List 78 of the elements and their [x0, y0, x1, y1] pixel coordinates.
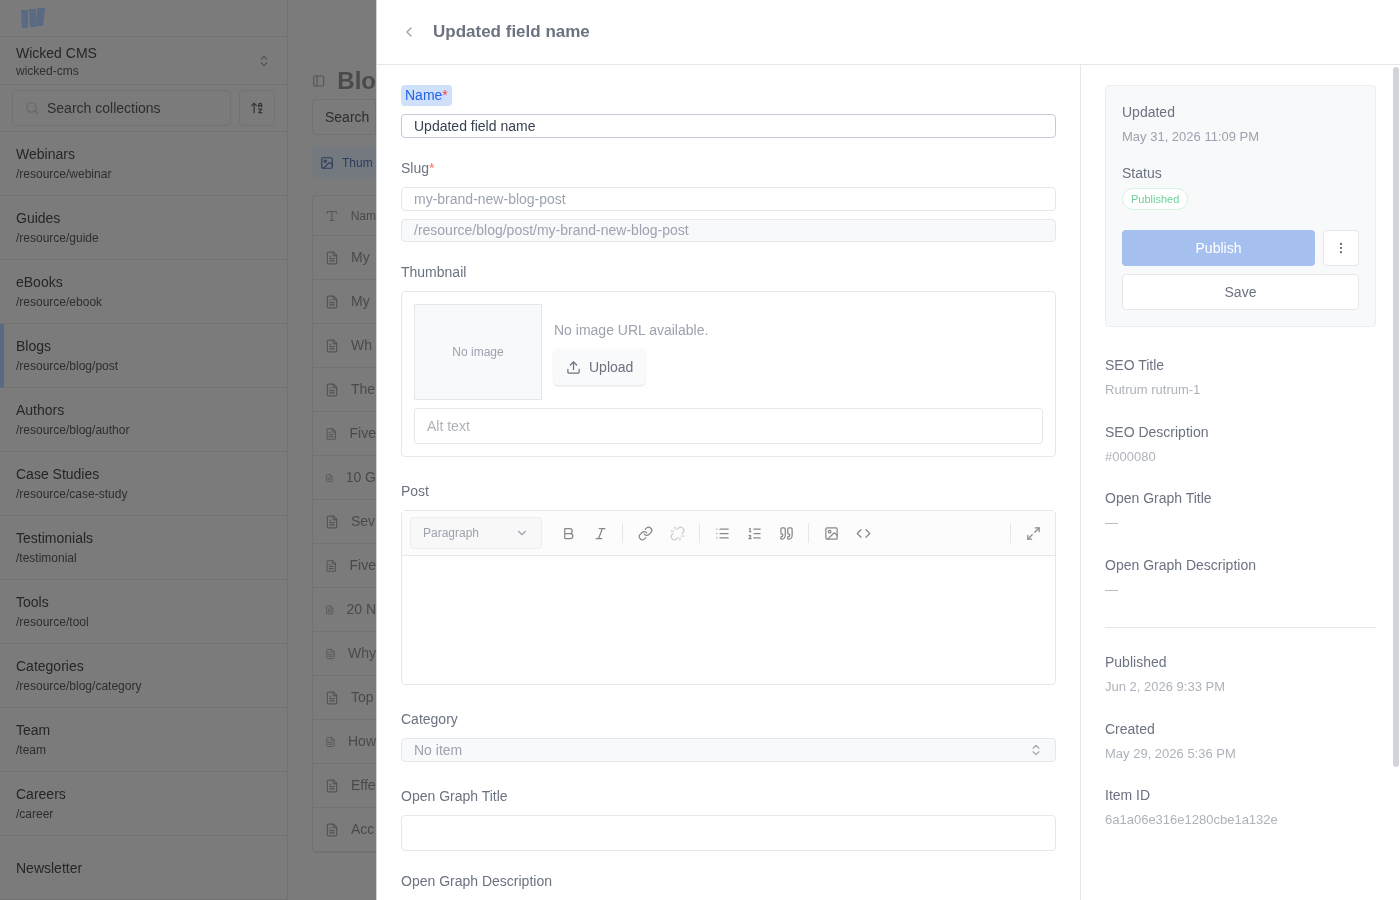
info-label: Open Graph Title [1105, 489, 1213, 508]
collection-item[interactable]: eBooks /resource/ebook [0, 260, 287, 324]
publish-button[interactable]: Publish [1122, 230, 1315, 266]
info-value: — [1105, 580, 1119, 599]
info-label: Item ID [1105, 786, 1152, 805]
og-title-field[interactable] [401, 815, 1056, 851]
slug-path-field: /resource/blog/post/my-brand-new-blog-post [401, 219, 1056, 242]
drawer-title: Updated field name [433, 21, 590, 44]
document-icon [325, 602, 335, 617]
collection-item[interactable]: Guides /resource/guide [0, 196, 287, 260]
info-label: SEO Title [1105, 356, 1166, 375]
field-label: Name* [401, 85, 452, 106]
logo-icon [20, 7, 46, 29]
collection-item[interactable]: Case Studies /resource/case-study [0, 452, 287, 516]
collection-item[interactable]: Team /team [0, 708, 287, 772]
upload-icon [566, 359, 581, 375]
document-icon [325, 734, 336, 749]
collection-item[interactable]: Categories /resource/blog/category [0, 644, 287, 708]
document-icon [325, 250, 339, 265]
document-icon [325, 558, 338, 573]
info-label: Created [1105, 719, 1156, 739]
search-field[interactable]: Search [312, 99, 376, 135]
field-label: Open Graph Title [401, 787, 509, 806]
field-label: Open Graph Description [401, 872, 553, 891]
info-label: Published [1105, 653, 1168, 672]
info-label: Status [1122, 163, 1163, 183]
info-label: Updated [1122, 103, 1176, 122]
block-type-dropdown[interactable]: Paragraph [410, 517, 542, 549]
workspace-slug: wicked-cms [16, 62, 80, 79]
document-icon [325, 778, 339, 793]
document-icon [325, 426, 338, 441]
info-value: Jun 2, 2026 9:33 PM [1105, 678, 1226, 696]
collection-item[interactable]: Blogs /resource/blog/post [0, 324, 287, 388]
filter-chip[interactable]: Thum [312, 147, 376, 179]
document-icon [325, 514, 339, 529]
name-field[interactable]: Updated field name [401, 114, 1056, 138]
image-icon [320, 156, 334, 170]
collection-item[interactable]: Newsletter [0, 836, 287, 900]
more-button[interactable] [1323, 230, 1359, 266]
scrollbar[interactable] [1393, 67, 1399, 767]
document-icon [325, 822, 339, 837]
field-label: Category [401, 710, 459, 729]
alt-text-field[interactable]: Alt text [414, 408, 1043, 444]
thumbnail-dropzone[interactable]: No image [414, 304, 542, 400]
sidebar-toggle-icon[interactable] [312, 72, 326, 89]
info-value: May 29, 2026 5:36 PM [1105, 744, 1237, 763]
info-label: Open Graph Description [1105, 555, 1257, 575]
document-icon [325, 294, 339, 309]
info-value: 6a1a06e316e1280cbe1a132e [1105, 811, 1279, 829]
rich-text-editor[interactable]: Paragraph [401, 510, 1056, 685]
slug-field[interactable]: my-brand-new-blog-post [401, 187, 1056, 211]
info-value: — [1105, 514, 1119, 532]
document-icon [325, 690, 339, 705]
collection-item[interactable]: Testimonials /testimonial [0, 516, 287, 580]
sort-icon [250, 101, 264, 116]
thumbnail-message: No image URL available. [554, 321, 709, 340]
field-label: Post [401, 482, 430, 501]
document-icon [325, 382, 339, 397]
sort-button[interactable] [239, 90, 275, 127]
info-value: May 31, 2026 11:09 PM [1122, 128, 1261, 146]
status-badge: Published [1122, 187, 1189, 210]
upload-button[interactable]: Upload [554, 349, 646, 385]
info-value: #000080 [1105, 447, 1157, 466]
document-icon [325, 338, 339, 353]
collection-item[interactable]: Webinars /resource/webinar [0, 132, 287, 196]
info-value: Rutrum rutrum-1 [1105, 381, 1202, 399]
search-field[interactable]: Search collections [12, 90, 231, 127]
collection-item[interactable]: Authors /resource/blog/author [0, 388, 287, 452]
info-label: SEO Description [1105, 422, 1210, 442]
text-type-icon [325, 208, 339, 223]
category-select[interactable]: No item [401, 738, 1056, 762]
save-button[interactable]: Save [1122, 274, 1359, 310]
collection-item[interactable]: Careers /career [0, 772, 287, 836]
workspace-name: Wicked CMS [16, 43, 97, 63]
document-icon [325, 646, 336, 661]
field-label: Thumbnail [401, 263, 468, 282]
collection-item[interactable]: Tools /resource/tool [0, 580, 287, 644]
field-label: Slug* [401, 159, 436, 178]
